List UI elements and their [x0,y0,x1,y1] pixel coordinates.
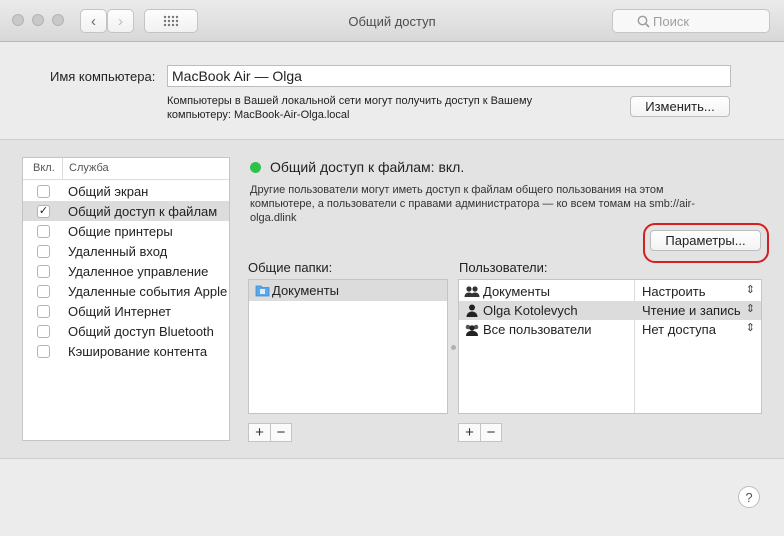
add-folder-button[interactable]: + [249,424,270,441]
users-list[interactable]: Документы Настроить ⇕ Olga Kotolevych Чт… [458,279,762,414]
title-bar: ‹ › Общий доступ Поиск [0,0,784,42]
permission-select[interactable]: Нет доступа [642,322,716,337]
service-row-remote-login[interactable]: Удаленный вход [23,241,229,261]
shared-folders-label: Общие папки: [248,260,333,275]
user-icon [466,304,478,317]
hint-line-1: Компьютеры в Вашей локальной сети могут … [167,95,533,107]
service-label: Общие принтеры [68,223,173,239]
hint-line-2: компьютеру: MacBook-Air-Olga.local [167,109,350,121]
search-icon [637,15,650,28]
service-checkbox[interactable] [37,244,50,258]
service-row-file-sharing[interactable]: ✓ Общий доступ к файлам [23,201,229,221]
service-label: Общий Интернет [68,303,172,319]
user-name-cell: Olga Kotolevych [464,303,578,318]
user-row[interactable]: Olga Kotolevych Чтение и запись ⇕ [459,301,761,320]
service-row-remote-management[interactable]: Удаленное управление [23,261,229,281]
user-row[interactable]: Все пользователи Нет доступа ⇕ [459,320,761,339]
stepper-arrows-icon[interactable]: ⇕ [746,302,755,315]
shared-folders-list[interactable]: Документы [248,279,448,414]
edit-name-button[interactable]: Изменить... [630,96,730,117]
column-service[interactable]: Служба [63,158,109,179]
service-label: Удаленный вход [68,243,168,259]
remove-user-button[interactable]: − [480,424,501,441]
service-checkbox[interactable] [37,264,50,278]
service-checkbox[interactable] [37,284,50,298]
service-label: Кэширование контента [68,343,208,359]
status-indicator [250,162,261,173]
users-label: Пользователи: [459,260,548,275]
folder-row[interactable]: Документы [249,280,447,301]
service-row-bluetooth-sharing[interactable]: Общий доступ Bluetooth [23,321,229,341]
permission-select[interactable]: Чтение и запись [642,303,741,318]
split-handle[interactable] [451,345,456,350]
user-name: Документы [483,284,551,299]
service-row-screen-sharing[interactable]: Общий экран [23,181,229,201]
user-name: Все пользователи [483,322,592,337]
service-row-internet-sharing[interactable]: Общий Интернет [23,301,229,321]
computer-name-field[interactable]: MacBook Air — Olga [167,65,731,87]
search-placeholder: Поиск [653,13,690,29]
status-description: Другие пользователи могут иметь доступ к… [250,183,750,225]
remove-folder-button[interactable]: − [270,424,291,441]
service-checkbox[interactable] [37,224,50,238]
stepper-arrows-icon[interactable]: ⇕ [746,321,755,334]
stepper-arrows-icon[interactable]: ⇕ [746,283,755,296]
status-title: Общий доступ к файлам: вкл. [270,159,465,175]
permission-select[interactable]: Настроить [642,284,706,299]
users-add-remove: + − [458,423,502,442]
folder-name: Документы [272,283,340,298]
service-checkbox[interactable] [37,324,50,338]
service-row-content-caching[interactable]: Кэширование контента [23,341,229,361]
service-checkbox[interactable] [37,344,50,358]
service-checkbox[interactable] [37,304,50,318]
service-row-remote-apple-events[interactable]: Удаленные события Apple [23,281,229,301]
computer-name-label: Имя компьютера: [50,69,156,84]
service-checkbox[interactable]: ✓ [37,204,50,218]
search-field[interactable]: Поиск [612,9,770,33]
service-label: Удаленные события Apple [68,283,228,299]
services-list[interactable]: Вкл. Служба Общий экран ✓ Общий доступ к … [22,157,230,441]
user-row[interactable]: Документы Настроить ⇕ [459,282,761,301]
service-label: Общий экран [68,183,149,199]
computer-name-hint: Компьютеры в Вашей локальной сети могут … [167,94,587,122]
description-line-2: компьютере, а пользователи с правами адм… [250,198,695,210]
service-label: Общий доступ к файлам [68,203,218,219]
service-label: Удаленное управление [68,263,209,279]
help-button[interactable]: ? [738,486,760,508]
services-header: Вкл. Служба [23,158,229,180]
everyone-icon [465,324,479,336]
group-icon [464,286,480,297]
column-on[interactable]: Вкл. [23,158,63,179]
folder-icon [255,285,270,297]
add-user-button[interactable]: + [459,424,480,441]
user-name-cell: Все пользователи [464,322,592,337]
service-checkbox[interactable] [37,184,50,198]
service-row-printer-sharing[interactable]: Общие принтеры [23,221,229,241]
user-name: Olga Kotolevych [483,303,578,318]
options-button[interactable]: Параметры... [650,230,761,251]
description-line-1: Другие пользователи могут иметь доступ к… [250,184,664,196]
user-name-cell: Документы [464,284,550,299]
service-label: Общий доступ Bluetooth [68,323,214,339]
folders-add-remove: + − [248,423,292,442]
